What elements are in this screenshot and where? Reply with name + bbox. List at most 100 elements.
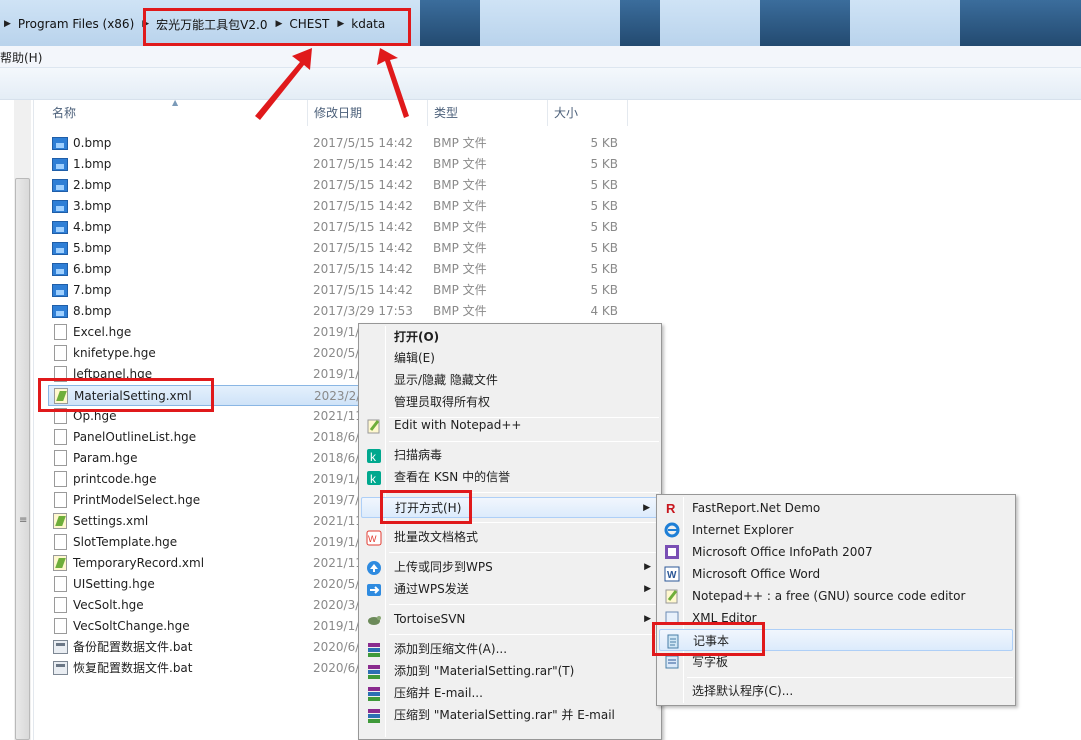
menu-item-compress-email[interactable]: 压缩并 E-mail... [361, 683, 659, 704]
choose-default-program[interactable]: 选择默认程序(C)... [659, 680, 1013, 702]
file-name: VecSoltChange.hge [73, 619, 190, 633]
file-row[interactable]: 8.bmp 2017/3/29 17:53 BMP 文件 4 KB [48, 301, 628, 322]
file-row[interactable]: 2.bmp 2017/5/15 14:42 BMP 文件 5 KB [48, 175, 628, 196]
menu-item-batch-convert[interactable]: W 批量改文档格式 [361, 527, 659, 548]
svg-text:W: W [667, 570, 677, 581]
wps-icon: W [366, 530, 382, 546]
app-internet-explorer[interactable]: Internet Explorer [659, 519, 1013, 541]
file-date: 2019/1/ [313, 535, 360, 549]
file-row[interactable]: 3.bmp 2017/5/15 14:42 BMP 文件 5 KB [48, 196, 628, 217]
chevron-right-icon[interactable]: ▶ [4, 19, 11, 29]
file-icon [54, 597, 67, 613]
file-date: 2017/5/15 14:42 [313, 283, 413, 297]
file-icon [54, 576, 67, 592]
file-name: 5.bmp [73, 241, 112, 255]
file-name: TemporaryRecord.xml [73, 556, 205, 570]
file-date: 2019/1/ [313, 325, 360, 339]
file-name: PanelOutlineList.hge [73, 430, 197, 444]
tortoise-icon [368, 616, 381, 625]
file-name: knifetype.hge [73, 346, 156, 360]
submenu-arrow-icon: ▶ [644, 584, 651, 594]
file-size: 4 KB [590, 304, 618, 318]
file-date: 2020/6/ [313, 661, 360, 675]
file-type: BMP 文件 [433, 283, 487, 297]
file-date: 2017/5/15 14:42 [313, 220, 413, 234]
red-arrow-icon [255, 48, 409, 120]
menu-item-add-archive[interactable]: 添加到压缩文件(A)... [361, 639, 659, 660]
menu-item-toggle-hidden[interactable]: 显示/隐藏 隐藏文件 [361, 370, 659, 391]
file-name: 8.bmp [73, 304, 112, 318]
menu-item-scan-virus[interactable]: k 扫描病毒 [361, 445, 659, 466]
menu-item-upload-wps[interactable]: 上传或同步到WPS ▶ [361, 557, 659, 578]
file-type: BMP 文件 [433, 304, 487, 318]
send-icon [367, 584, 381, 596]
bmp-image-icon [52, 242, 68, 255]
vertical-scrollbar[interactable]: ≡ [14, 100, 31, 740]
file-name: 备份配置数据文件.bat [73, 640, 193, 654]
file-date: 2019/7/ [313, 493, 360, 507]
app-infopath[interactable]: Microsoft Office InfoPath 2007 [659, 541, 1013, 563]
file-row[interactable]: 4.bmp 2017/5/15 14:42 BMP 文件 5 KB [48, 217, 628, 238]
menu-item-take-ownership[interactable]: 管理员取得所有权 [361, 392, 659, 413]
scrollbar-thumb[interactable] [15, 178, 30, 740]
cloud-upload-icon [367, 561, 381, 575]
file-name: 6.bmp [73, 262, 112, 276]
file-date: 2021/11 [313, 409, 363, 423]
file-row[interactable]: 6.bmp 2017/5/15 14:42 BMP 文件 5 KB [48, 259, 628, 280]
file-size: 5 KB [590, 199, 618, 213]
menu-item-edit[interactable]: 编辑(E) [361, 348, 659, 369]
file-date: 2023/2/ [314, 389, 361, 403]
grip-icon: ≡ [19, 515, 28, 526]
menu-item-compress-rar-email[interactable]: 压缩到 "MaterialSetting.rar" 并 E-mail [361, 705, 659, 726]
file-name: 恢复配置数据文件.bat [73, 661, 193, 675]
file-name: 2.bmp [73, 178, 112, 192]
file-name: Settings.xml [73, 514, 149, 528]
menu-item-ksn[interactable]: k 查看在 KSN 中的信誉 [361, 467, 659, 488]
app-notepadpp[interactable]: Notepad++ : a free (GNU) source code edi… [659, 585, 1013, 607]
menu-item-send-wps[interactable]: 通过WPS发送 ▶ [361, 579, 659, 600]
app-fastreport[interactable]: R FastReport.Net Demo [659, 497, 1013, 519]
file-date: 2017/3/29 17:53 [313, 304, 413, 318]
app-word[interactable]: W Microsoft Office Word [659, 563, 1013, 585]
file-name: 7.bmp [73, 283, 112, 297]
column-header-size[interactable]: 大小 [548, 100, 628, 126]
bmp-image-icon [52, 137, 68, 150]
file-icon [54, 450, 67, 466]
kaspersky-icon: k [367, 471, 381, 486]
file-row[interactable]: 0.bmp 2017/5/15 14:42 BMP 文件 5 KB [48, 133, 628, 154]
file-name: Param.hge [73, 451, 138, 465]
file-name: Excel.hge [73, 325, 132, 339]
menu-help[interactable]: 帮助(H) [0, 49, 42, 66]
infopath-icon [665, 545, 679, 559]
menu-item-open[interactable]: 打开(O) [361, 327, 659, 348]
file-row[interactable]: 1.bmp 2017/5/15 14:42 BMP 文件 5 KB [48, 154, 628, 175]
file-date: 2017/5/15 14:42 [313, 241, 413, 255]
batch-file-icon [53, 640, 68, 654]
winrar-icon [368, 665, 380, 679]
file-size: 5 KB [590, 220, 618, 234]
menu-item-tortoisesvn[interactable]: TortoiseSVN ▶ [361, 609, 659, 630]
file-icon [54, 534, 67, 550]
bmp-image-icon [52, 200, 68, 213]
submenu-arrow-icon: ▶ [643, 503, 650, 513]
menu-item-add-rar[interactable]: 添加到 "MaterialSetting.rar"(T) [361, 661, 659, 682]
menu-item-edit-notepadpp[interactable]: Edit with Notepad++ [361, 415, 659, 436]
file-date: 2019/1/ [313, 367, 360, 381]
file-name: PrintModelSelect.hge [73, 493, 201, 507]
svg-text:k: k [370, 472, 377, 486]
svg-text:k: k [370, 450, 377, 464]
breadcrumb-item[interactable]: Program Files (x86) [18, 17, 134, 31]
file-date: 2021/11 [313, 514, 363, 528]
file-date: 2021/11 [313, 556, 363, 570]
word-icon: W [664, 566, 680, 582]
file-date: 2020/5/ [313, 346, 360, 360]
file-row[interactable]: 5.bmp 2017/5/15 14:42 BMP 文件 5 KB [48, 238, 628, 259]
highlight-box-file [38, 378, 214, 412]
column-header-type[interactable]: 类型 [428, 100, 548, 126]
file-type: BMP 文件 [433, 157, 487, 171]
file-date: 2018/6/ [313, 430, 360, 444]
ie-icon [664, 522, 680, 538]
toolbar-band [0, 68, 1081, 100]
file-row[interactable]: 7.bmp 2017/5/15 14:42 BMP 文件 5 KB [48, 280, 628, 301]
file-name: UISetting.hge [73, 577, 155, 591]
